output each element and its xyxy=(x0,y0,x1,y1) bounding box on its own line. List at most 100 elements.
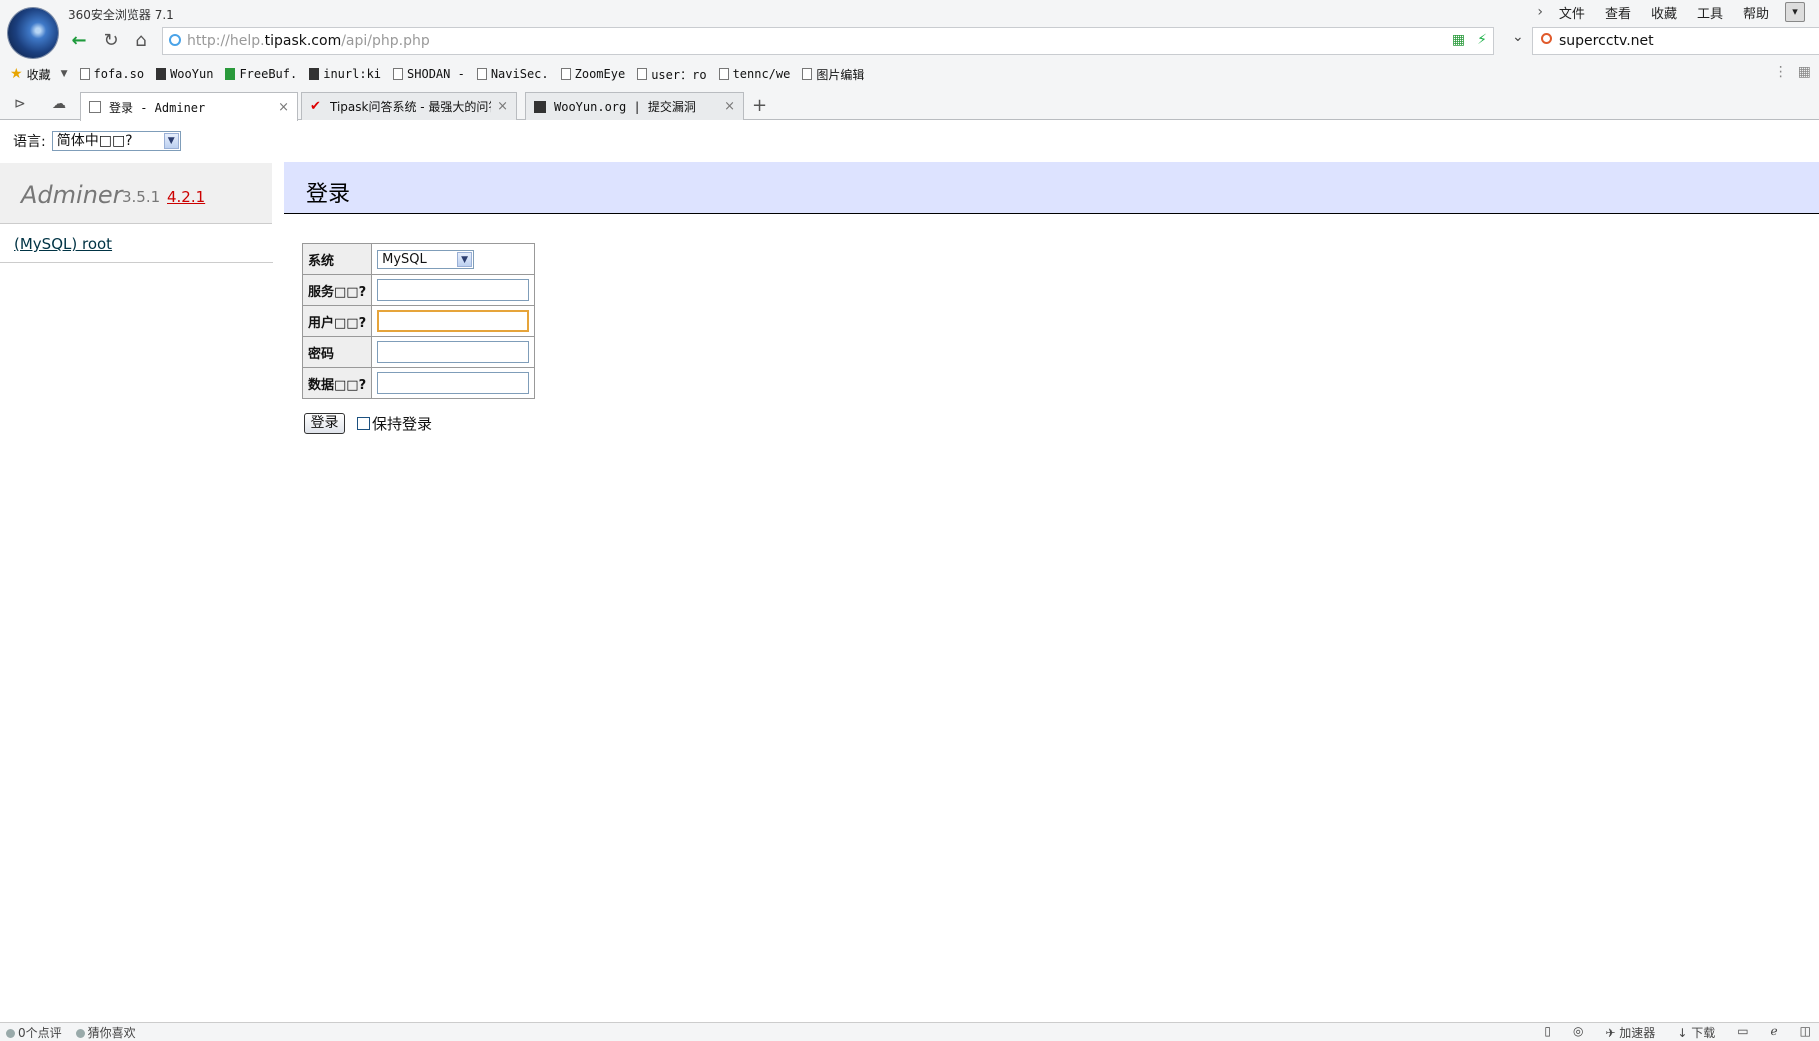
layout-icon[interactable]: ◫ xyxy=(1800,1024,1811,1041)
page-icon xyxy=(79,68,90,80)
bookmark-inurl[interactable]: inurl:ki xyxy=(303,67,387,81)
sidebar-toggle-icon[interactable]: ⊳ xyxy=(14,96,26,112)
keep-login-row[interactable]: 保持登录 xyxy=(357,413,432,434)
url-host: tipask.com xyxy=(264,33,342,49)
app-version: 3.5.1 xyxy=(122,188,161,206)
status-bar: 0个点评 猜你喜欢 ▯ ◎ ✈ 加速器 ↓ 下载 ▭ ℯ ◫ xyxy=(0,1022,1819,1041)
chevron-right-icon[interactable]: › xyxy=(1537,4,1549,20)
favorites-label: 收藏 xyxy=(26,67,51,82)
back-arrow-icon[interactable]: ← xyxy=(66,28,92,54)
bookmark-image-edit[interactable]: 图片编辑 xyxy=(796,66,870,83)
form-row-database: 数据□□? xyxy=(301,367,536,399)
bookmark-label: ZoomEye xyxy=(574,67,626,81)
status-recommend[interactable]: 猜你喜欢 xyxy=(75,1024,136,1041)
bookmark-label: FreeBuf. xyxy=(239,67,298,81)
tab-wooyun[interactable]: WooYun.org | 提交漏洞 × xyxy=(525,92,744,120)
new-tab-icon[interactable]: + xyxy=(752,95,767,116)
menu-help[interactable]: 帮助 xyxy=(1733,3,1779,22)
database-field[interactable] xyxy=(377,372,530,394)
cloud-icon[interactable]: ☁ xyxy=(52,96,66,112)
phone-icon[interactable]: ▯ xyxy=(1544,1024,1551,1041)
menu-favorites[interactable]: 收藏 xyxy=(1641,3,1687,22)
sidebar-divider xyxy=(0,262,273,263)
favorites-button[interactable]: ★ 收藏 ▼ xyxy=(0,66,74,83)
url-prefix: http://help. xyxy=(187,33,265,49)
password-label: 密码 xyxy=(301,336,373,368)
bookmark-label: user：ro xyxy=(651,67,707,82)
tab-tipask[interactable]: ✔ Tipask问答系统 - 最强大的问答 × xyxy=(301,92,517,120)
accelerator-button[interactable]: ✈ 加速器 xyxy=(1605,1024,1655,1041)
search-icon xyxy=(1541,33,1552,44)
more-vertical-icon[interactable]: ⋮ xyxy=(1774,64,1788,80)
bookmark-label: inurl:ki xyxy=(323,67,382,81)
browser-logo-icon xyxy=(8,8,58,58)
bookmark-shodan[interactable]: SHODAN - xyxy=(387,67,471,81)
compass-icon[interactable]: ◎ xyxy=(1573,1024,1583,1041)
lightning-icon[interactable]: ⚡ xyxy=(1477,32,1487,48)
dropdown-arrow-icon[interactable]: ▼ xyxy=(61,69,68,79)
tab-adminer-login[interactable]: 登录 - Adminer × xyxy=(80,92,298,121)
page-icon xyxy=(802,68,813,80)
close-icon[interactable]: × xyxy=(724,99,735,114)
home-icon[interactable]: ⌂ xyxy=(128,28,154,54)
url-text[interactable]: http://help.tipask.com/api/php.php xyxy=(187,33,430,49)
window-icon[interactable]: ▭ xyxy=(1737,1024,1748,1041)
bookmark-fofa[interactable]: fofa.so xyxy=(74,67,151,81)
chevron-down-icon[interactable]: ⌄ xyxy=(1512,29,1524,45)
username-label: 用户□□? xyxy=(301,305,373,337)
browser-chrome: 360安全浏览器 7.1 › 文件 查看 收藏 工具 帮助 ▾ ← ↻ ⌂ ht… xyxy=(0,0,1819,121)
bookmark-tennc[interactable]: tennc/we xyxy=(713,67,797,81)
password-field[interactable] xyxy=(377,341,530,363)
navigation-bar: ← ↻ ⌂ http://help.tipask.com/api/php.php… xyxy=(62,27,1819,57)
freebuf-icon xyxy=(225,68,236,80)
search-input[interactable]: supercctv.net xyxy=(1532,27,1819,55)
status-left: 0个点评 猜你喜欢 xyxy=(6,1024,136,1041)
bookmark-navisec[interactable]: NaviSec. xyxy=(471,67,555,81)
reload-icon[interactable]: ↻ xyxy=(98,28,124,54)
new-version-link[interactable]: 4.2.1 xyxy=(167,188,205,206)
page-icon xyxy=(476,68,487,80)
system-select[interactable]: MySQL ▼ xyxy=(377,249,475,269)
url-path: /api/php.php xyxy=(341,33,430,49)
globe-icon xyxy=(169,34,181,46)
app-name[interactable]: Adminer xyxy=(21,181,123,209)
qr-code-icon[interactable]: ▦ xyxy=(1452,32,1465,48)
ie-icon[interactable]: ℯ xyxy=(1771,1024,1778,1041)
language-select[interactable]: 简体中□□? ▼ xyxy=(51,131,181,151)
server-label: 服务□□? xyxy=(301,274,373,306)
database-label: 数据□□? xyxy=(301,367,373,399)
login-form: 系统 MySQL ▼ 服务□□? 用户□□? 密码 数据□□? xyxy=(301,243,536,399)
download-button[interactable]: ↓ 下载 xyxy=(1677,1024,1715,1041)
tab-label: Tipask问答系统 - 最强大的问答 xyxy=(330,100,492,114)
menu-view[interactable]: 查看 xyxy=(1595,3,1641,22)
close-icon[interactable]: × xyxy=(278,100,289,115)
bookmark-wooyun[interactable]: WooYun xyxy=(150,67,219,81)
tab-label: 登录 - Adminer xyxy=(109,100,206,115)
address-bar[interactable]: http://help.tipask.com/api/php.php ▦ ⚡ xyxy=(162,27,1494,55)
close-icon[interactable]: × xyxy=(497,99,508,114)
bookmark-freebuf[interactable]: FreeBuf. xyxy=(219,67,303,81)
password-cell xyxy=(371,336,536,368)
accelerator-icon: ✈ xyxy=(1605,1026,1620,1040)
menu-file[interactable]: 文件 xyxy=(1549,3,1595,22)
username-field[interactable] xyxy=(377,310,530,332)
status-comments[interactable]: 0个点评 xyxy=(6,1024,62,1041)
server-field[interactable] xyxy=(377,279,530,301)
bookmark-label: fofa.so xyxy=(93,67,145,81)
menu-tools[interactable]: 工具 xyxy=(1687,3,1733,22)
keep-login-checkbox[interactable] xyxy=(357,417,370,430)
status-comments-label: 0个点评 xyxy=(18,1026,62,1040)
apps-icon[interactable]: ▦ xyxy=(1798,64,1811,80)
checkmark-icon: ✔ xyxy=(310,98,321,114)
wooyun-icon xyxy=(534,100,546,113)
page-title: 登录 xyxy=(306,182,351,207)
status-right: ▯ ◎ ✈ 加速器 ↓ 下载 ▭ ℯ ◫ xyxy=(1544,1024,1811,1041)
bookmark-user[interactable]: user：ro xyxy=(631,66,712,83)
form-row-system: 系统 MySQL ▼ xyxy=(301,243,536,275)
login-button[interactable]: 登录 xyxy=(304,413,345,434)
system-value: MySQL xyxy=(382,251,427,267)
server-link[interactable]: (MySQL) root xyxy=(14,235,112,253)
aol-icon xyxy=(309,68,320,80)
skin-icon[interactable]: ▾ xyxy=(1785,2,1805,22)
bookmark-zoomeye[interactable]: ZoomEye xyxy=(555,67,632,81)
